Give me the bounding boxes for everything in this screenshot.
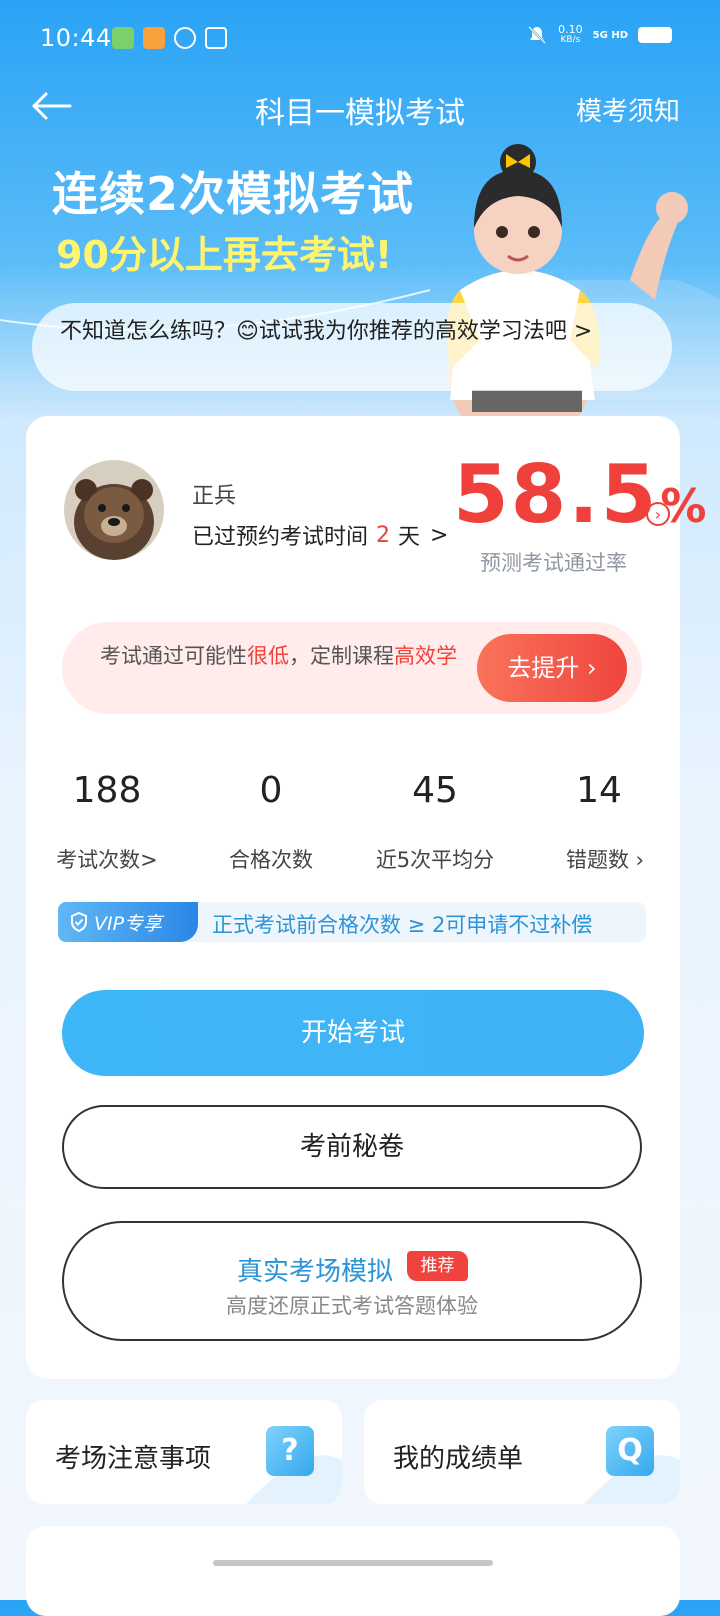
pass-rate-number: 58.5 bbox=[453, 448, 659, 541]
exam-notice-link[interactable]: 模考须知 bbox=[576, 91, 680, 128]
avg-score-label: 近5次平均分 bbox=[375, 848, 495, 872]
exam-count-value: 188 bbox=[72, 770, 142, 811]
appt-suffix: 天 bbox=[398, 525, 421, 550]
my-scores-label: 我的成绩单 bbox=[393, 1444, 524, 1474]
improve-button[interactable]: 去提升 › bbox=[477, 634, 627, 702]
avg-score-value: 45 bbox=[412, 770, 458, 811]
start-exam-button[interactable]: 开始考试 bbox=[62, 990, 644, 1076]
wrong-count-link[interactable]: 错题数 › bbox=[520, 844, 690, 874]
link-app-icon bbox=[174, 27, 196, 49]
appt-days: 2 bbox=[376, 522, 391, 548]
study-tip-bubble[interactable]: 不知道怎么练吗？😊试试我为你推荐的高效学习法吧 > bbox=[32, 303, 672, 391]
mute-bell-icon bbox=[528, 26, 547, 44]
app-notification-icon bbox=[112, 27, 134, 49]
card-app-icon bbox=[205, 27, 227, 49]
notification-icons bbox=[112, 27, 227, 49]
network-indicator: 5G HD bbox=[592, 29, 628, 41]
shield-icon bbox=[71, 912, 87, 932]
real-exam-subtitle: 高度还原正式考试答题体验 bbox=[226, 1294, 478, 1318]
home-indicator[interactable] bbox=[213, 1560, 493, 1566]
appointment-status[interactable]: 已过预约考试时间 2 天 > bbox=[192, 519, 448, 551]
avatar[interactable] bbox=[64, 460, 164, 560]
net-speed: 0.10 KB/s bbox=[558, 23, 583, 45]
pass-rate-value[interactable]: 58.5 % bbox=[453, 448, 706, 541]
video-app-icon bbox=[143, 27, 165, 49]
battery-icon bbox=[638, 27, 672, 43]
user-name: 正兵 bbox=[192, 484, 237, 509]
recommend-badge: 推荐 bbox=[407, 1251, 468, 1281]
pass-rate-label: 预测考试通过率 bbox=[480, 551, 627, 575]
warning-text: 考试通过可能性很低，定制课程高效学 bbox=[100, 644, 457, 668]
chevron-right-icon: > bbox=[430, 522, 449, 548]
exam-count-link[interactable]: 考试次数> bbox=[22, 844, 192, 874]
pre-exam-paper-button[interactable]: 考前秘卷 bbox=[62, 1105, 642, 1189]
vip-text: 正式考试前合格次数 ≥ 2可申请不过补偿 bbox=[212, 913, 593, 937]
score-search-icon: Q bbox=[606, 1426, 654, 1476]
wrong-count-value: 14 bbox=[576, 770, 622, 811]
bottom-card bbox=[26, 1526, 680, 1616]
hero-subheadline: 90分以上再去考试! bbox=[56, 233, 393, 277]
pass-rate-detail-icon[interactable]: › bbox=[646, 502, 670, 526]
status-time: 10:44 bbox=[40, 24, 112, 52]
bear-avatar-image bbox=[64, 460, 164, 560]
vip-tag: VIP专享 bbox=[58, 902, 198, 942]
status-right: 0.10 KB/s 5G HD bbox=[526, 24, 672, 46]
hero-headline: 连续2次模拟考试 bbox=[52, 167, 415, 221]
pass-count-label: 合格次数 bbox=[229, 848, 313, 872]
exam-notes-label: 考场注意事项 bbox=[55, 1444, 212, 1474]
question-mark-icon: ? bbox=[266, 1426, 314, 1476]
status-bar: 10:44 0.10 KB/s 5G HD bbox=[0, 0, 720, 80]
pass-count-value: 0 bbox=[259, 770, 283, 811]
real-exam-title: 真实考场模拟 bbox=[237, 1257, 394, 1287]
appt-prefix: 已过预约考试时间 bbox=[192, 525, 369, 550]
